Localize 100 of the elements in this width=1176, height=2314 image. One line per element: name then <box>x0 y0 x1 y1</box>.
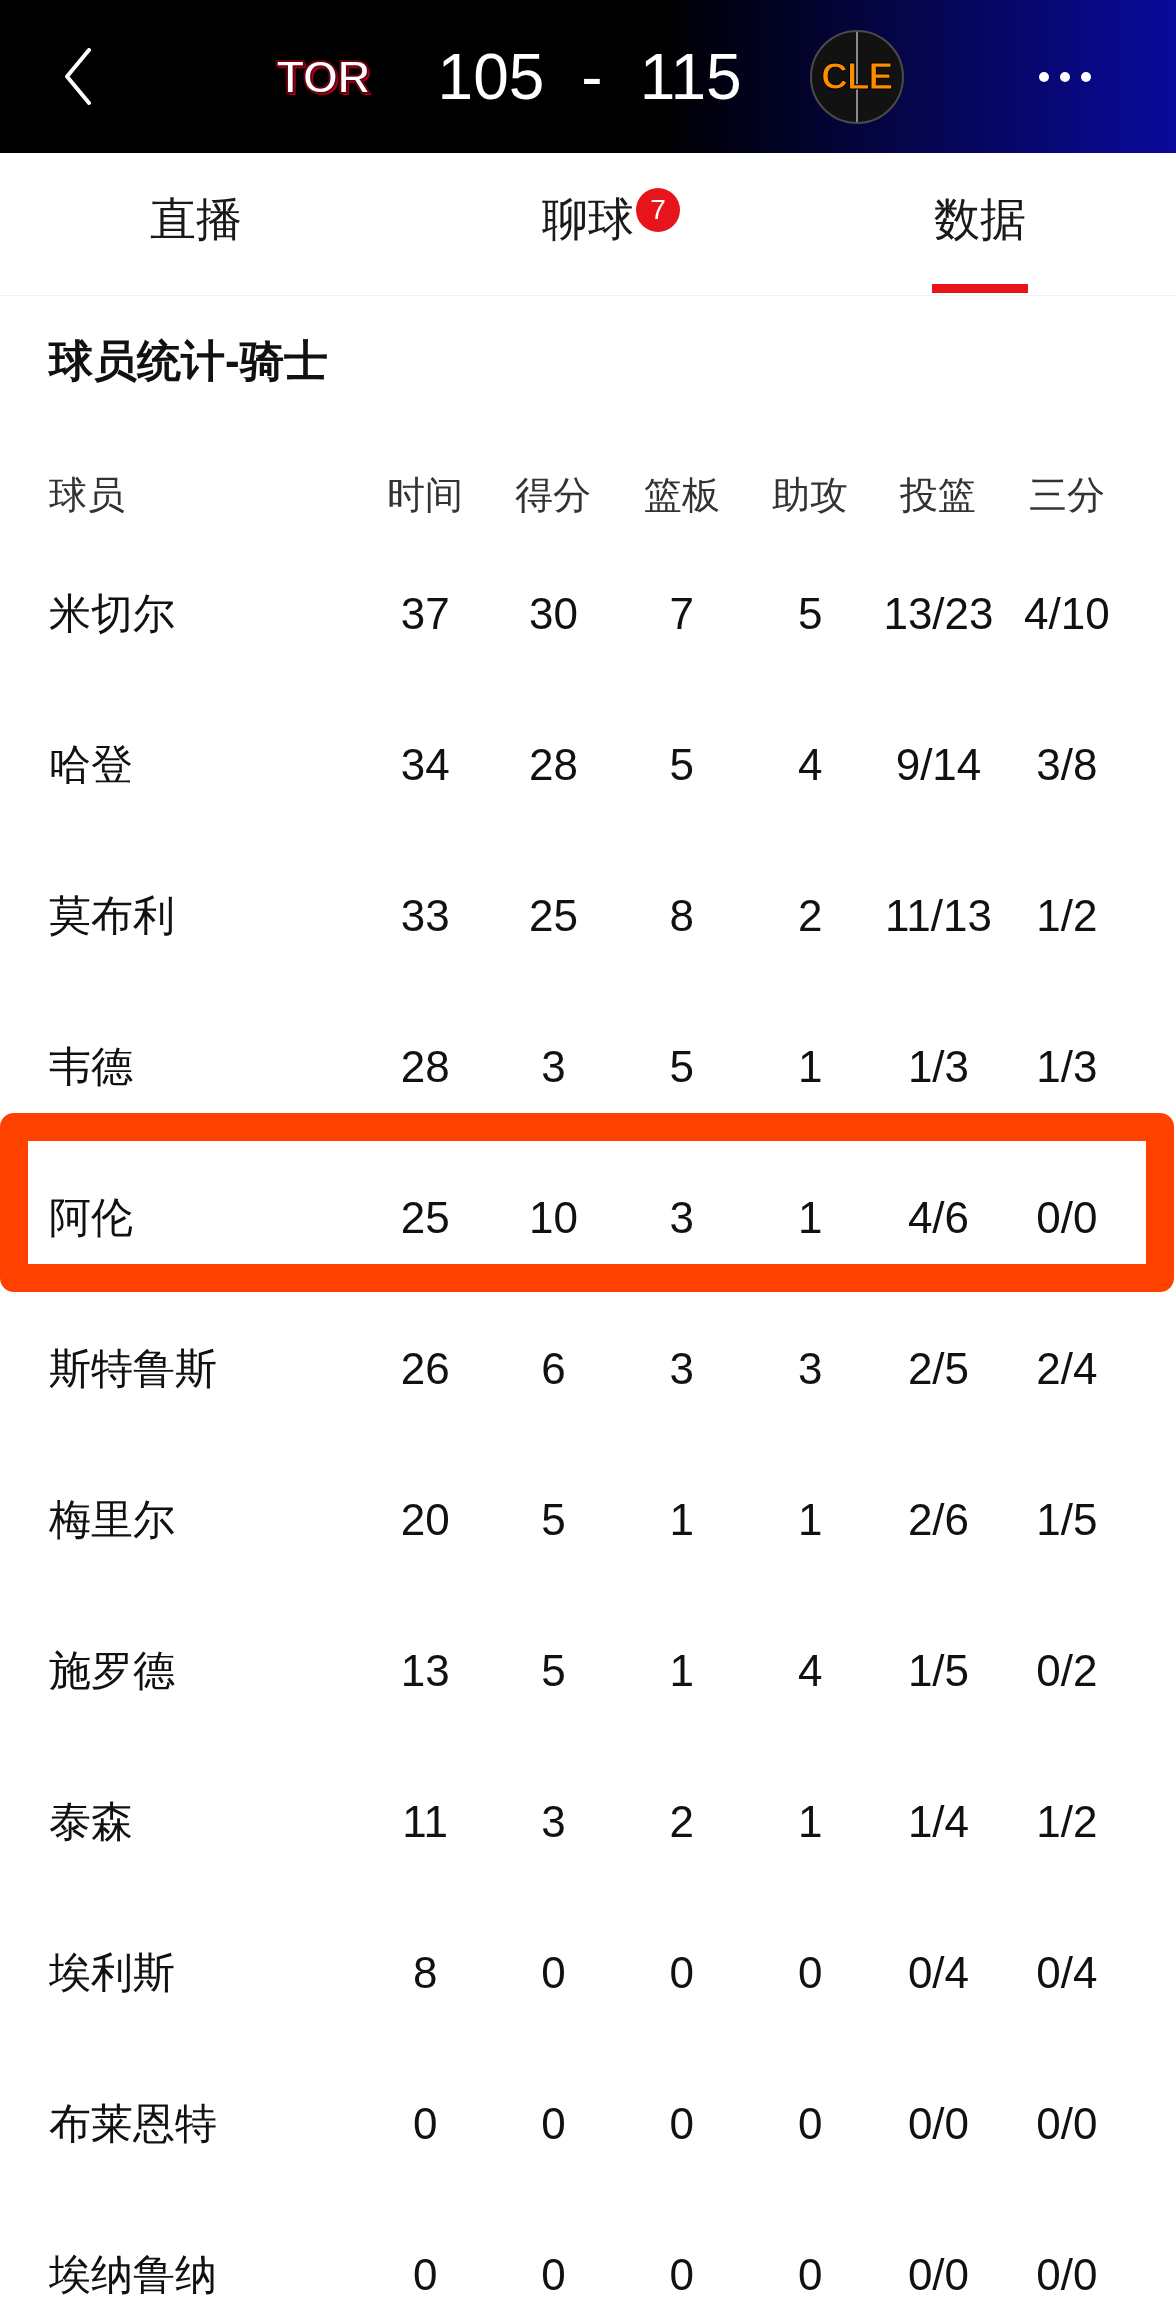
stat-value: 11/13 <box>884 892 993 941</box>
stat-value: 0 <box>796 2251 824 2300</box>
stat-value: 0 <box>411 2251 439 2300</box>
stat-value: 1/4 <box>906 1798 971 1847</box>
stat-value: 3/8 <box>1035 741 1099 790</box>
stat-value: 5 <box>668 741 696 790</box>
stat-value: 2 <box>796 892 824 941</box>
player-name: 斯特鲁斯 <box>49 1346 218 1393</box>
stat-value: 0/0 <box>1035 1194 1099 1243</box>
stat-value: 3 <box>668 1345 696 1394</box>
back-icon[interactable] <box>64 48 92 105</box>
stat-value: 33 <box>399 892 451 941</box>
player-name: 韦德 <box>49 1044 134 1091</box>
stat-value: 1 <box>796 1194 824 1243</box>
stat-value: 37 <box>399 590 451 639</box>
column-header: 投篮 <box>899 475 978 517</box>
stat-value: 1/3 <box>906 1043 971 1092</box>
stat-value: 8 <box>668 892 696 941</box>
stat-value: 5 <box>668 1043 696 1092</box>
stat-value: 20 <box>399 1496 451 1545</box>
stat-value: 1/2 <box>1035 892 1099 941</box>
stat-value: 3 <box>540 1798 567 1847</box>
stat-value: 1 <box>796 1043 824 1092</box>
stat-value: 1/5 <box>906 1647 971 1696</box>
stat-value: 2/6 <box>906 1496 971 1545</box>
player-name: 阿伦 <box>49 1195 134 1242</box>
column-header: 时间 <box>386 475 465 517</box>
stat-value: 2 <box>668 1798 696 1847</box>
stat-value: 0 <box>411 2100 439 2149</box>
stat-value: 0 <box>668 2100 696 2149</box>
stat-value: 1 <box>796 1798 824 1847</box>
stat-value: 0 <box>668 1949 696 1998</box>
stat-value: 4/6 <box>906 1194 971 1243</box>
stat-value: 3 <box>668 1194 696 1243</box>
stat-value: 2/4 <box>1035 1345 1099 1394</box>
stat-value: 13 <box>399 1647 451 1696</box>
stat-value: 25 <box>399 1194 451 1243</box>
stat-value: 13/23 <box>882 590 995 639</box>
stat-value: 4/10 <box>1023 590 1111 639</box>
stat-value: 25 <box>528 892 579 941</box>
stat-value: 0/0 <box>906 2100 971 2149</box>
player-name: 埃纳鲁纳 <box>49 2252 218 2299</box>
more-icon[interactable] <box>1039 71 1091 82</box>
score-text: 105 - 115 <box>437 44 742 109</box>
stat-value: 0/4 <box>1035 1949 1099 1998</box>
stat-value: 0 <box>796 1949 824 1998</box>
player-name: 米切尔 <box>49 591 176 638</box>
player-name: 泰森 <box>49 1799 134 1846</box>
stat-value: 0/0 <box>906 2251 971 2300</box>
stat-value: 4 <box>796 1647 824 1696</box>
player-name: 施罗德 <box>49 1648 176 1695</box>
section-title: 球员统计-骑士 <box>47 335 329 387</box>
stat-value: 0 <box>540 2251 567 2300</box>
stat-value: 7 <box>668 590 696 639</box>
stat-value: 30 <box>528 590 579 639</box>
stat-value: 11 <box>401 1798 449 1847</box>
stat-value: 9/14 <box>894 741 983 790</box>
stat-value: 5 <box>540 1647 567 1696</box>
stat-value: 5 <box>796 590 824 639</box>
count-badge: 7 <box>636 188 680 232</box>
tab[interactable]: 直播 <box>148 153 244 293</box>
stat-value: 0/0 <box>1035 2100 1099 2149</box>
column-header: 助攻 <box>771 475 850 517</box>
stat-value: 28 <box>399 1043 451 1092</box>
column-header: 三分 <box>1027 475 1106 517</box>
stat-value: 1/3 <box>1035 1043 1099 1092</box>
column-header: 得分 <box>514 475 593 517</box>
stat-value: 1 <box>668 1496 696 1545</box>
stat-value: 0 <box>668 2251 696 2300</box>
player-name: 哈登 <box>49 742 134 789</box>
stat-value: 1/2 <box>1035 1798 1099 1847</box>
stat-value: 3 <box>540 1043 567 1092</box>
stat-value: 26 <box>399 1345 451 1394</box>
stat-value: 0 <box>540 1949 567 1998</box>
player-name: 梅里尔 <box>49 1497 176 1544</box>
stat-value: 0 <box>796 2100 824 2149</box>
tab[interactable]: 数据 <box>932 153 1028 293</box>
stat-value: 1 <box>668 1647 696 1696</box>
home-team-logo: CLE <box>809 29 904 124</box>
stat-value: 2/5 <box>906 1345 971 1394</box>
stat-value: 10 <box>528 1194 579 1243</box>
stat-value: 34 <box>399 741 451 790</box>
player-name: 布莱恩特 <box>49 2101 218 2148</box>
away-team-logo: TOR <box>276 53 370 100</box>
stat-value: 8 <box>411 1949 439 1998</box>
column-header: 篮板 <box>642 475 721 517</box>
player-name: 莫布利 <box>49 893 176 940</box>
player-name: 埃利斯 <box>49 1950 176 1997</box>
stat-value: 4 <box>796 741 824 790</box>
column-header: 球员 <box>49 475 126 517</box>
stat-value: 0/2 <box>1035 1647 1099 1696</box>
tab[interactable]: 聊球 <box>540 153 636 293</box>
stat-value: 6 <box>540 1345 567 1394</box>
stat-value: 1 <box>796 1496 824 1545</box>
stat-value: 3 <box>796 1345 824 1394</box>
stat-value: 0/0 <box>1035 2251 1099 2300</box>
stat-value: 28 <box>528 741 579 790</box>
stat-value: 0 <box>540 2100 567 2149</box>
stat-value: 1/5 <box>1035 1496 1099 1545</box>
stat-value: 5 <box>540 1496 567 1545</box>
